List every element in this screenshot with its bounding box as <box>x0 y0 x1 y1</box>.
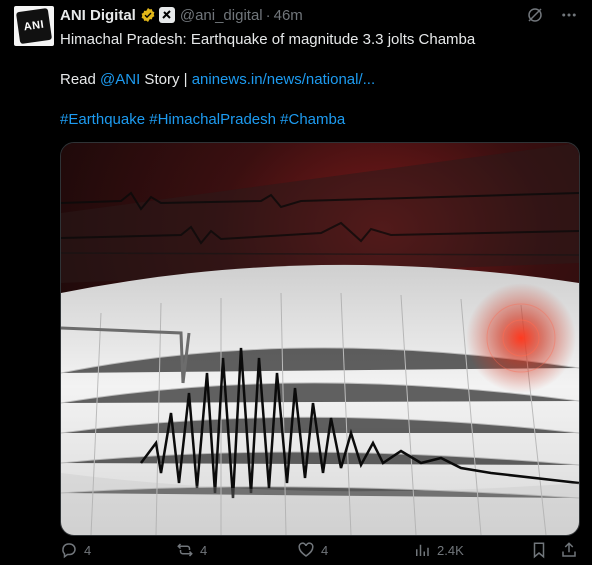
views-button[interactable]: 2.4K <box>413 541 464 559</box>
bookmark-icon <box>533 542 545 559</box>
tweet-read-line: Read @ANI Story | aninews.in/news/nation… <box>60 70 375 90</box>
like-count: 4 <box>321 542 329 558</box>
views-icon <box>416 544 429 556</box>
hashtag-himachalpradesh[interactable]: #HimachalPradesh <box>149 111 276 128</box>
story-text: Story | <box>140 71 192 88</box>
share-icon <box>562 542 576 557</box>
hashtag-chamba[interactable]: #Chamba <box>280 111 345 128</box>
mention-link[interactable]: @ANI <box>100 71 140 88</box>
author-handle[interactable]: @ani_digital <box>180 7 263 24</box>
like-button[interactable]: 4 <box>297 541 328 559</box>
repost-button[interactable]: 4 <box>176 541 207 559</box>
tweet-media-image[interactable] <box>60 142 580 536</box>
heart-icon <box>298 542 314 557</box>
reply-icon <box>62 543 76 559</box>
tweet-actions: 4 4 4 2.4K <box>60 541 580 561</box>
grok-icon[interactable] <box>526 6 544 29</box>
separator: · <box>265 6 271 24</box>
verified-badge-icon[interactable] <box>140 7 156 23</box>
read-prefix: Read <box>60 71 101 88</box>
article-link[interactable]: aninews.in/news/national/... <box>192 71 375 88</box>
hashtags: #Earthquake #HimachalPradesh #Chamba <box>60 110 345 130</box>
timestamp[interactable]: 46m <box>274 7 303 24</box>
tweet-headline: Himachal Pradesh: Earthquake of magnitud… <box>60 31 476 48</box>
tweet-header: ANI Digital @ani_digital · 46m <box>60 5 303 25</box>
hashtag-earthquake[interactable]: #Earthquake <box>60 111 145 128</box>
share-button[interactable] <box>560 541 578 559</box>
reply-button[interactable]: 4 <box>60 541 91 559</box>
ani-logo: ANI <box>15 7 53 45</box>
repost-icon <box>177 543 193 557</box>
affiliate-logo-icon[interactable] <box>158 7 175 23</box>
avatar[interactable]: ANI <box>14 6 54 46</box>
more-options-icon[interactable] <box>560 6 578 29</box>
seismograph-image <box>61 143 579 535</box>
views-count: 2.4K <box>437 542 464 558</box>
reply-count: 4 <box>84 542 92 558</box>
author-name[interactable]: ANI Digital <box>60 7 136 24</box>
repost-count: 4 <box>200 542 208 558</box>
bookmark-button[interactable] <box>530 541 548 559</box>
tweet-top-actions <box>526 6 578 29</box>
